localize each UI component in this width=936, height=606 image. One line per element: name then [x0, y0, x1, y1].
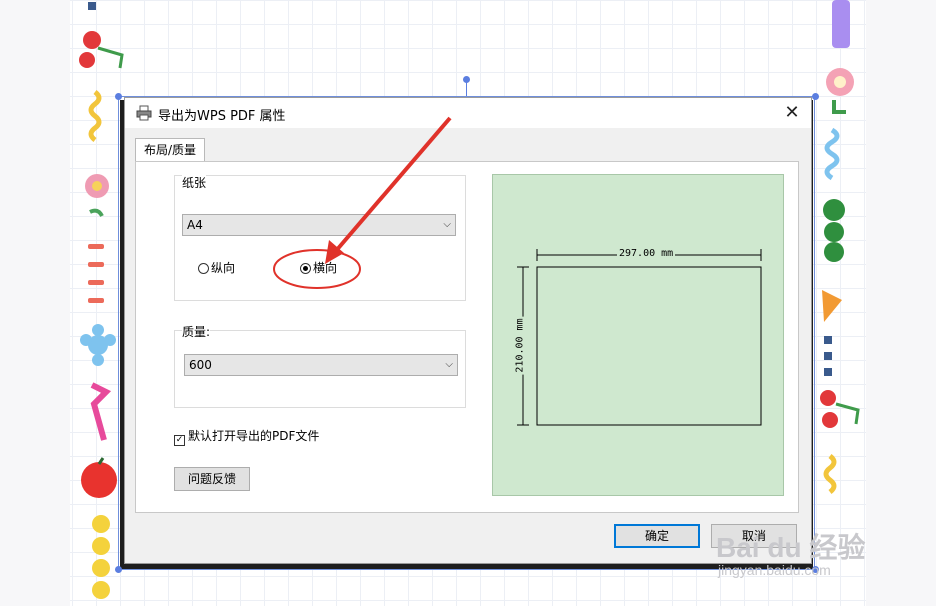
watermark-brand: Bai du 经验 — [716, 532, 866, 563]
resize-handle[interactable] — [115, 93, 122, 100]
rotation-handle[interactable] — [463, 76, 470, 83]
resize-handle[interactable] — [812, 93, 819, 100]
rotation-handle-line — [466, 82, 467, 96]
selection-frame — [118, 96, 815, 570]
watermark-url: jingyan.baidu.com — [718, 562, 831, 578]
resize-handle[interactable] — [115, 566, 122, 573]
